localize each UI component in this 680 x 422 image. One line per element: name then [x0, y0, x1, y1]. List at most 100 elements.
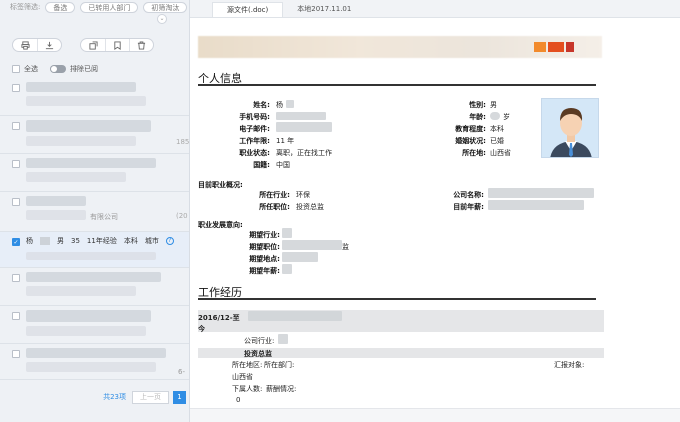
tag-chip-backup[interactable]: 备选 — [45, 1, 76, 13]
candidate-card[interactable] — [0, 268, 189, 306]
candidate-gender: 男 — [57, 237, 64, 245]
page-number-button[interactable]: 1 — [173, 390, 186, 404]
avatar — [541, 98, 599, 158]
age-label: 年龄: — [469, 113, 486, 121]
status-value: 离职，正在找工作 — [276, 149, 332, 157]
name-value: 杨 — [276, 101, 283, 109]
expected-position-fragment: 监 — [342, 243, 349, 251]
resume-viewer: 源文件(.doc) 本地2017.11.01 个人信息 姓名: 杨 性别: 男 … — [190, 0, 680, 422]
work-position-value: 投资总监 — [244, 350, 272, 358]
candidate-card[interactable] — [0, 154, 189, 192]
candidate-card[interactable]: 185 — [0, 116, 190, 154]
location-value: 山西省 — [490, 149, 511, 157]
email-label: 电子邮件: — [239, 125, 270, 133]
candidate-checkbox[interactable] — [12, 274, 20, 282]
work-subordinates-value: 0 — [236, 396, 241, 404]
candidate-education: 本科 — [123, 237, 138, 245]
marital-label: 婚姻状况: — [455, 137, 486, 145]
nationality-value: 中国 — [276, 161, 290, 169]
work-region-value: 山西省 — [232, 373, 253, 381]
trailing-text: 6- — [178, 368, 185, 376]
work-industry-label: 公司行业: — [244, 337, 275, 345]
candidate-card-selected[interactable]: ✓ 杨 男 35 11年经验 本科 城市 ? — [0, 232, 189, 268]
industry-label: 所在行业: — [259, 191, 290, 199]
chevron-down-icon[interactable]: ⌄ — [157, 14, 167, 24]
candidate-experience: 11年经验 — [86, 237, 117, 245]
candidate-city: 城市 — [144, 237, 159, 245]
download-icon[interactable] — [37, 39, 61, 51]
gender-value: 男 — [490, 101, 497, 109]
candidate-name: 杨 — [26, 237, 33, 245]
expected-salary-label: 期望年薪: — [249, 267, 280, 275]
total-count: 共23项 — [103, 393, 126, 401]
nationality-label: 国籍: — [253, 161, 270, 169]
education-label: 教育程度: — [455, 125, 486, 133]
exclude-viewed-label: 排除已阅 — [70, 65, 98, 73]
help-icon[interactable]: ? — [165, 237, 174, 245]
candidate-card[interactable]: 有限公司 (20 — [0, 192, 189, 232]
work-reward-label: 薪酬情况: — [266, 385, 297, 393]
resume-document: 个人信息 姓名: 杨 性别: 男 手机号码: 年龄: 岁 电子邮件: 教育程度:… — [190, 30, 680, 408]
select-all-row: 全选 排除已阅 — [12, 64, 98, 74]
phone-label: 手机号码: — [239, 113, 270, 121]
position-value: 投资总监 — [296, 203, 324, 211]
candidate-card[interactable] — [0, 78, 189, 116]
forward-icon[interactable] — [81, 39, 105, 51]
company-fragment: 有限公司 — [90, 213, 118, 221]
expected-location-label: 期望地点: — [249, 255, 280, 263]
candidate-list-panel: 标签筛选: 备选 已转用人部门 初筛淘汰 ⌄ 全选 排除已阅 185 有限公司 … — [0, 0, 190, 422]
salary-label: 目前年薪: — [453, 203, 484, 211]
expected-position-label: 期望职位: — [249, 243, 280, 251]
position-label: 所任职位: — [259, 203, 290, 211]
years-label: 工作年限: — [239, 137, 270, 145]
app-window: 标签筛选: 备选 已转用人部门 初筛淘汰 ⌄ 全选 排除已阅 185 有限公司 … — [0, 0, 680, 422]
side-number: 185 — [176, 138, 190, 146]
tag-chip-rejected[interactable]: 初筛淘汰 — [143, 1, 188, 13]
candidate-checkbox-checked[interactable]: ✓ — [12, 238, 20, 246]
candidate-checkbox[interactable] — [12, 350, 20, 358]
career-intent-title: 职业发展意向: — [198, 221, 243, 229]
age-value: 岁 — [503, 113, 510, 121]
gender-label: 性别: — [469, 101, 486, 109]
candidate-summary: 杨 男 35 11年经验 本科 城市 ? — [26, 236, 174, 246]
select-all-label: 全选 — [24, 65, 38, 73]
viewer-tabs: 源文件(.doc) 本地2017.11.01 — [190, 0, 680, 18]
candidate-checkbox[interactable] — [12, 160, 20, 168]
viewer-footer — [190, 408, 680, 422]
candidate-checkbox[interactable] — [12, 312, 20, 320]
company-label: 公司名称: — [453, 191, 484, 199]
tab-local-version[interactable]: 本地2017.11.01 — [283, 2, 365, 17]
location-label: 所在地: — [462, 149, 486, 157]
tag-filter-label: 标签筛选: — [10, 3, 41, 11]
marital-value: 已婚 — [490, 137, 504, 145]
candidate-checkbox[interactable] — [12, 122, 20, 130]
education-value: 本科 — [490, 125, 504, 133]
tab-source-file[interactable]: 源文件(.doc) — [212, 2, 284, 17]
candidate-card[interactable] — [0, 306, 189, 344]
list-toolbar — [12, 38, 154, 52]
exclude-viewed-toggle[interactable] — [50, 65, 66, 73]
pagination: 共23项 上一页 1 — [0, 390, 189, 404]
work-date: 2016/12-至 — [198, 314, 240, 322]
trash-icon[interactable] — [129, 39, 153, 51]
side-number: (20 — [176, 212, 188, 220]
industry-value: 环保 — [296, 191, 310, 199]
work-subordinates-label: 下属人数: — [232, 385, 263, 393]
select-all-checkbox[interactable] — [12, 65, 20, 73]
print-icon[interactable] — [13, 39, 37, 51]
name-label: 姓名: — [253, 101, 270, 109]
work-now: 今 — [198, 325, 205, 333]
work-report-label: 汇报对象: — [554, 361, 585, 369]
candidate-card[interactable]: 6- — [0, 344, 189, 380]
tag-chip-transferred[interactable]: 已转用人部门 — [80, 1, 139, 13]
current-status-title: 目前职业概况: — [198, 181, 243, 189]
bookmark-icon[interactable] — [105, 39, 129, 51]
candidate-checkbox[interactable] — [12, 198, 20, 206]
work-region-label: 所在地区: — [232, 361, 263, 369]
years-value: 11 年 — [276, 137, 295, 145]
candidate-checkbox[interactable] — [12, 84, 20, 92]
prev-page-button[interactable]: 上一页 — [132, 390, 169, 404]
work-dept-label: 所在部门: — [264, 361, 295, 369]
candidate-age: 35 — [71, 237, 80, 245]
expected-industry-label: 期望行业: — [249, 231, 280, 239]
